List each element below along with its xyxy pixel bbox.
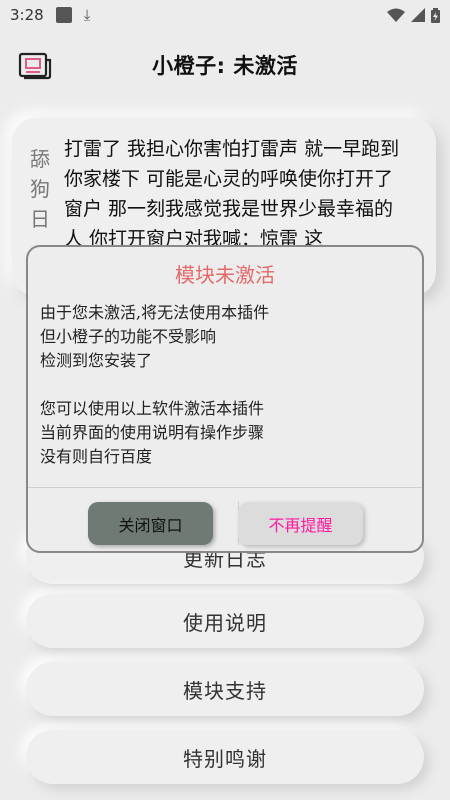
dialog-line: 当前界面的使用说明有操作步骤 [40, 423, 265, 442]
download-icon: ⤓ [83, 6, 91, 24]
newspaper-icon[interactable] [18, 52, 52, 80]
card-verse-text: 打雷了 我担心你害怕打雷声 就一早跑到你家楼下 可能是心灵的呼唤使你打开了窗户 … [64, 138, 400, 250]
battery-icon [431, 7, 440, 23]
app-header: 小橙子: 未激活 [0, 40, 450, 90]
page-title: 小橙子: 未激活 [152, 54, 298, 78]
dialog-line: 没有则自行百度 [40, 447, 153, 466]
dialog-line: 检测到您安装了 [40, 351, 153, 370]
module-inactive-dialog: 模块未激活 由于您未激活,将无法使用本插件 但小橙子的功能不受影响 检测到您安装… [26, 245, 424, 553]
wifi-icon [387, 8, 405, 22]
menu-module-support-button[interactable]: 模块支持 [26, 662, 424, 716]
dialog-divider [28, 487, 422, 488]
card-vertical-label: 舔 狗 日 [29, 144, 51, 234]
menu-item-label: 特别鸣谢 [183, 746, 267, 771]
close-window-button[interactable]: 关闭窗口 [88, 502, 213, 545]
dialog-title: 模块未激活 [175, 263, 275, 287]
signal-gap-icon [371, 8, 381, 22]
dialog-body: 由于您未激活,将无法使用本插件 但小橙子的功能不受影响 检测到您安装了 您可以使… [40, 301, 410, 469]
menu-instructions-button[interactable]: 使用说明 [26, 594, 424, 648]
dont-remind-button[interactable]: 不再提醒 [238, 502, 363, 545]
cell-signal-icon [411, 8, 425, 22]
dialog-line: 由于您未激活,将无法使用本插件 [40, 303, 270, 322]
menu-item-label: 使用说明 [183, 610, 267, 635]
menu-acknowledgements-button[interactable]: 特别鸣谢 [26, 730, 424, 784]
status-time: 3:28 [10, 6, 44, 24]
dialog-line: 您可以使用以上软件激活本插件 [40, 399, 265, 418]
menu-item-label: 模块支持 [183, 678, 267, 703]
status-bar: 3:28 ⤓ [0, 0, 450, 30]
card-label-char: 日 [30, 207, 50, 231]
notification-icon [55, 7, 72, 23]
card-label-char: 狗 [30, 177, 50, 201]
dialog-line: 但小橙子的功能不受影响 [40, 327, 217, 346]
card-label-char: 舔 [30, 147, 50, 171]
